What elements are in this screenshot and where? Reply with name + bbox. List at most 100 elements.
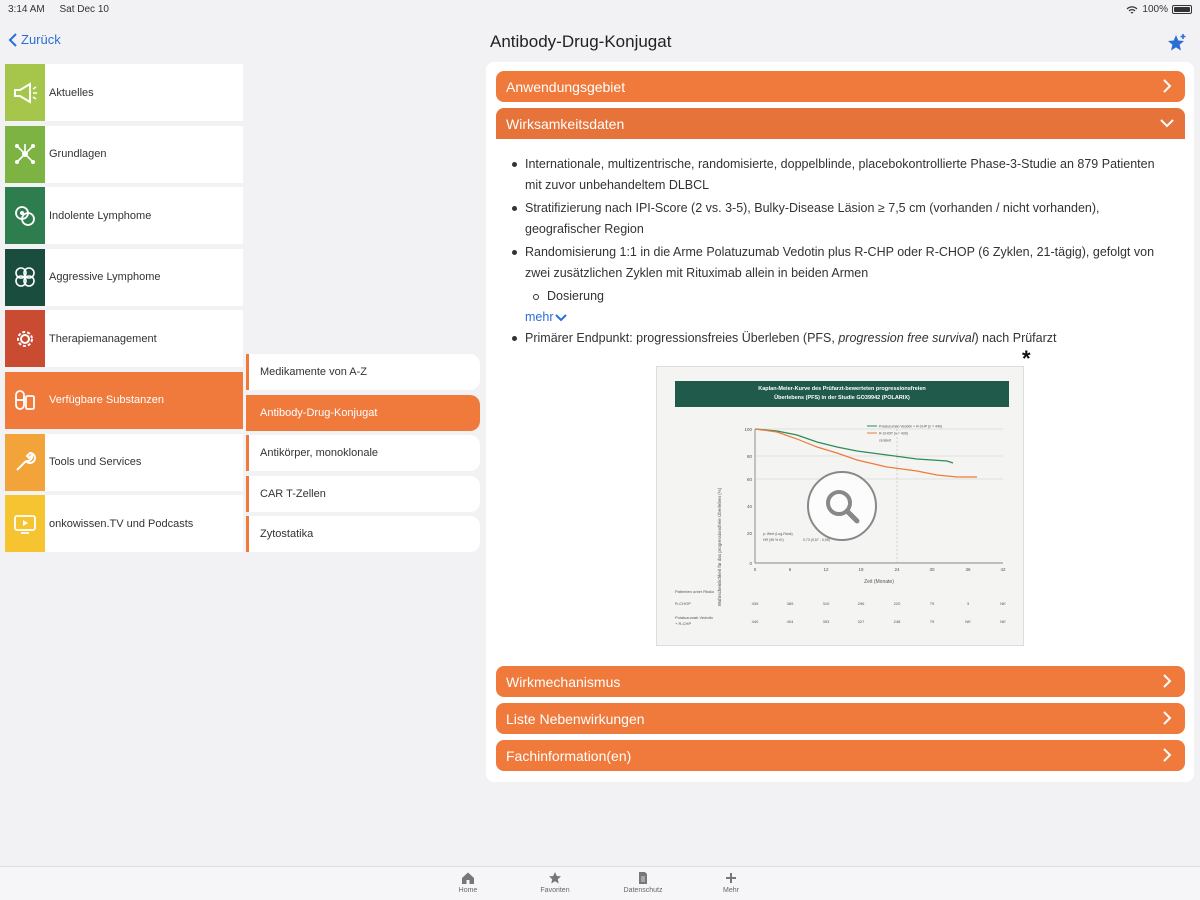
accordion-anwendungsgebiet[interactable]: Anwendungsgebiet [496, 71, 1185, 102]
endpoint-text: Primärer Endpunkt: progressionsfreies Üb… [525, 331, 839, 345]
nav-bar: Zurück Antibody-Drug-Konjugat [0, 24, 1200, 60]
tab-label: Favoriten [540, 887, 570, 894]
list-item: Stratifizierung nach IPI-Score (2 vs. 3-… [510, 198, 1170, 240]
figure-ylabel: Wahrscheinlichkeit für das progressionsf… [716, 487, 722, 606]
submenu-item-car-t[interactable]: CAR T-Zellen [246, 475, 480, 512]
x-tick: 0 [754, 567, 757, 572]
menu-label: Aktuelles [49, 86, 94, 99]
menu-label: Indolente Lymphome [49, 209, 152, 222]
submenu-item-zytostatika[interactable]: Zytostatika [246, 516, 480, 552]
submenu-item-antikoerper[interactable]: Antikörper, monoklonale [246, 435, 480, 471]
figure-note: HR (95 % KI) [763, 538, 784, 542]
status-time: 3:14 AM [8, 4, 45, 15]
wifi-icon [1126, 5, 1138, 14]
menu-tile [5, 125, 45, 183]
legend-entry: R-CHOP (n = 439) [879, 432, 908, 436]
tab-bar: Home Favoriten Datenschutz Mehr [0, 866, 1200, 900]
efficacy-list: Internationale, multizentrische, randomi… [510, 154, 1170, 351]
menu-tile [5, 433, 45, 491]
status-bar: 3:14 AM Sat Dec 10 100% [0, 0, 1200, 20]
tv-icon [14, 514, 36, 534]
megaphone-icon [14, 81, 37, 104]
risk-value: 248 [894, 619, 901, 624]
status-date: Sat Dec 10 [59, 4, 109, 15]
menu-item-onkowissen-tv[interactable]: onkowissen.TV und Podcasts [5, 495, 243, 553]
back-button[interactable]: Zurück [8, 32, 61, 47]
risk-value: NE [1000, 619, 1006, 624]
menu-item-aggressive-lymphome[interactable]: Aggressive Lymphome [5, 248, 243, 306]
wrench-icon [16, 452, 36, 471]
accordion-label: Fachinformation(en) [506, 747, 632, 764]
risk-value: 439 [752, 601, 759, 606]
tab-label: Datenschutz [623, 887, 663, 894]
accordion-wirkmechanismus[interactable]: Wirkmechanismus [496, 666, 1185, 697]
menu-item-therapiemanagement[interactable]: Therapiemanagement [5, 310, 243, 368]
risk-value: 353 [823, 619, 830, 624]
chevron-right-icon [1163, 748, 1172, 762]
chevron-down-icon [555, 313, 568, 321]
battery-percent: 100% [1142, 4, 1168, 15]
page-title: Antibody-Drug-Konjugat [490, 32, 672, 51]
list-item: Internationale, multizentrische, randomi… [510, 154, 1170, 196]
x-tick: 30 [929, 567, 935, 572]
magnifier-icon [826, 490, 860, 524]
risk-value: NE [965, 619, 971, 624]
tab-favoriten[interactable]: Favoriten [520, 871, 590, 894]
menu-item-tools-und-services[interactable]: Tools und Services [5, 433, 243, 491]
menu-tile [5, 187, 45, 245]
cells-icon [15, 205, 35, 226]
menu-tile [5, 371, 45, 429]
risk-value: 220 [894, 601, 901, 606]
plus-icon [726, 873, 736, 883]
tab-mehr[interactable]: Mehr [696, 871, 766, 894]
x-tick: 6 [789, 567, 792, 572]
accordion-wirksamkeitsdaten[interactable]: Wirksamkeitsdaten [496, 108, 1185, 139]
list-item: Randomisierung 1:1 in die Arme Polatuzum… [510, 242, 1170, 284]
tab-home[interactable]: Home [433, 871, 503, 894]
cells-dense-icon [15, 267, 35, 288]
tab-datenschutz[interactable]: Datenschutz [608, 871, 678, 894]
y-tick: 80 [747, 454, 753, 459]
accordion-label: Wirksamkeitsdaten [506, 115, 625, 132]
risk-value: 79 [930, 601, 935, 606]
chevron-right-icon [1163, 674, 1172, 688]
risk-row-label: + R-CHP [675, 621, 691, 626]
menu-item-verfuegbare-substanzen[interactable]: Verfügbare Substanzen [5, 371, 243, 429]
y-tick: 100 [744, 427, 752, 432]
kaplan-meier-figure[interactable]: Kaplan-Meier-Kurve des Prüfarzt-bewertet… [656, 366, 1024, 646]
substance-submenu: Medikamente von A-Z Antibody-Drug-Konjug… [246, 354, 480, 557]
menu-item-indolente-lymphome[interactable]: Indolente Lymphome [5, 187, 243, 245]
document-icon [639, 872, 647, 884]
home-icon [462, 872, 474, 884]
figure-xlabel: Zeit (Monate) [864, 579, 894, 585]
menu-item-aktuelles[interactable]: Aktuelles [5, 64, 243, 121]
menu-tile [5, 310, 45, 368]
menu-label: Aggressive Lymphome [49, 271, 161, 284]
accordion-nebenwirkungen[interactable]: Liste Nebenwirkungen [496, 703, 1185, 734]
risk-value: 389 [787, 601, 794, 606]
battery-icon [1172, 5, 1192, 14]
risk-value: 310 [823, 601, 830, 606]
submenu-item-medikamente[interactable]: Medikamente von A-Z [246, 354, 480, 390]
endpoint-italic: progression free survival [838, 331, 975, 345]
accordion-label: Wirkmechanismus [506, 673, 621, 690]
add-favorite-icon[interactable] [1166, 32, 1188, 54]
risk-value: 404 [787, 619, 794, 624]
risk-header: Patienten unter Risiko [675, 589, 715, 594]
more-link[interactable]: mehr [510, 307, 568, 328]
submenu-item-adc[interactable]: Antibody-Drug-Konjugat [246, 394, 480, 431]
tab-label: Home [458, 887, 478, 894]
zoom-overlay[interactable] [807, 471, 877, 541]
x-tick: 18 [858, 567, 864, 572]
menu-item-grundlagen[interactable]: Grundlagen [5, 125, 243, 183]
figure-note: p: Wert (Log-Rank) [763, 532, 793, 536]
chevron-left-icon [8, 32, 17, 47]
list-item: Primärer Endpunkt: progressionsfreies Üb… [510, 328, 1170, 349]
endpoint-text-end: ) nach Prüfarzt [974, 331, 1057, 345]
accordion-fachinformation[interactable]: Fachinformation(en) [496, 740, 1185, 771]
x-tick: 12 [823, 567, 829, 572]
more-label: mehr [525, 310, 554, 324]
y-tick: 60 [747, 477, 753, 482]
network-icon [15, 144, 35, 165]
y-tick: 20 [747, 531, 753, 536]
